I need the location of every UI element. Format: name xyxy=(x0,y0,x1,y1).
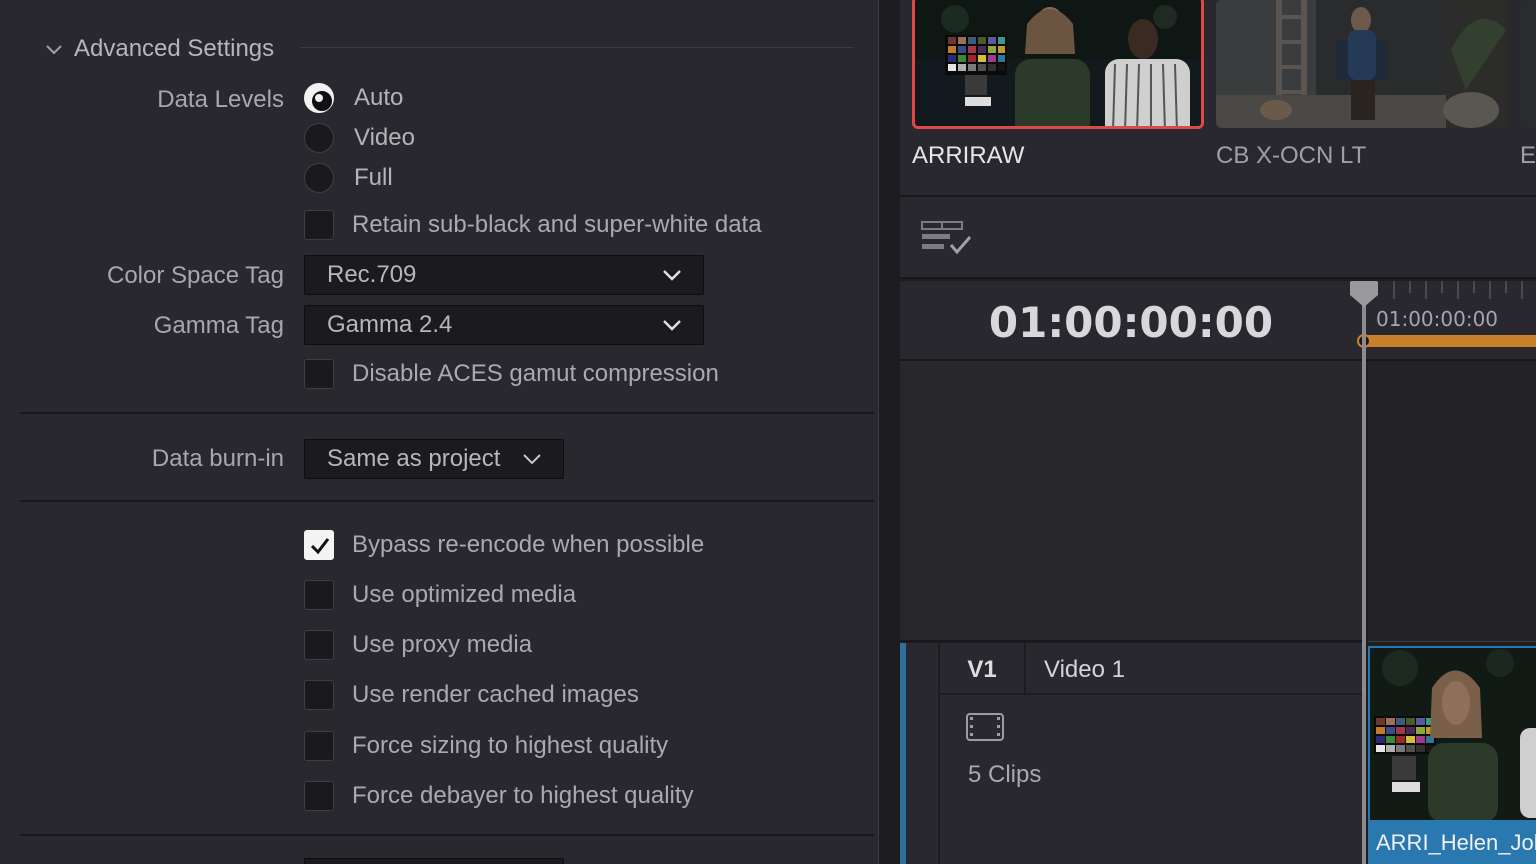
checkbox-label: Retain sub-black and super-white data xyxy=(352,211,762,238)
checkbox-label: Use render cached images xyxy=(352,681,639,708)
checkbox[interactable] xyxy=(304,680,334,710)
empty-timeline-area[interactable] xyxy=(1368,361,1536,642)
radio-button-selected[interactable] xyxy=(304,83,334,113)
data-burn-in-label: Data burn-in xyxy=(151,445,284,472)
clip-thumbnail-image xyxy=(1370,648,1536,823)
render-range-bar xyxy=(1364,335,1536,347)
ruler-ticks xyxy=(1393,281,1523,299)
checkbox-label: Use proxy media xyxy=(352,631,533,658)
video-frame-image xyxy=(915,0,1201,126)
next-dropdown-partial[interactable] xyxy=(304,858,564,864)
chevron-down-icon xyxy=(523,454,541,465)
track-lock-column xyxy=(906,643,940,864)
media-thumbnails: ARRIRAW CB X-OCN LT EX xyxy=(900,0,1536,197)
playhead-line[interactable] xyxy=(1362,296,1366,864)
timeline-header: 01:00:00:00 xyxy=(900,281,1362,361)
dropdown-value: Same as project xyxy=(327,445,501,472)
radio-label: Full xyxy=(354,164,393,191)
clip-label: CB X-OCN LT xyxy=(1216,142,1367,169)
clip-thumbnail-arriraw[interactable] xyxy=(912,0,1204,129)
gamma-tag-dropdown[interactable]: Gamma 2.4 xyxy=(304,305,704,345)
disable-aces-checkbox[interactable]: Disable ACES gamut compression xyxy=(304,359,719,389)
gamma-tag-label: Gamma Tag xyxy=(153,312,284,339)
chevron-down-icon xyxy=(46,45,62,55)
list-check-icon[interactable] xyxy=(920,219,974,257)
video-frame-image xyxy=(1216,0,1508,128)
track-header-v1[interactable]: V1 Video 1 5 Clips xyxy=(900,643,1362,864)
checkbox-label: Force debayer to highest quality xyxy=(352,782,694,809)
checkbox-label: Force sizing to highest quality xyxy=(352,732,669,759)
use-proxy-media-checkbox[interactable]: Use proxy media xyxy=(304,630,532,660)
force-debayer-checkbox[interactable]: Force debayer to highest quality xyxy=(304,781,694,811)
section-divider xyxy=(20,500,874,502)
checkbox[interactable] xyxy=(304,210,334,240)
use-render-cached-checkbox[interactable]: Use render cached images xyxy=(304,680,639,710)
clip-label: ARRIRAW xyxy=(912,142,1025,169)
ruler-timecode: 01:00:00:00 xyxy=(1376,307,1499,331)
radio-auto[interactable]: Auto xyxy=(304,83,403,113)
radio-full[interactable]: Full xyxy=(304,163,393,193)
checkbox[interactable] xyxy=(304,359,334,389)
track-id: V1 xyxy=(940,643,1026,695)
dropdown-value: Rec.709 xyxy=(327,261,417,288)
checkbox-label: Bypass re-encode when possible xyxy=(352,531,705,558)
color-space-tag-dropdown[interactable]: Rec.709 xyxy=(304,255,704,295)
checkbox[interactable] xyxy=(304,731,334,761)
advanced-settings-header[interactable]: Advanced Settings xyxy=(44,34,274,64)
checkbox[interactable] xyxy=(304,630,334,660)
checkbox-label: Disable ACES gamut compression xyxy=(352,360,719,387)
checkbox[interactable] xyxy=(304,580,334,610)
data-burn-in-dropdown[interactable]: Same as project xyxy=(304,439,564,479)
radio-button[interactable] xyxy=(304,123,334,153)
dropdown-value: Gamma 2.4 xyxy=(327,311,453,338)
radio-label: Auto xyxy=(354,84,404,111)
clip-thumbnail-cb-x-ocn[interactable] xyxy=(1216,0,1508,128)
playhead-handle-icon[interactable] xyxy=(1348,281,1380,307)
radio-video[interactable]: Video xyxy=(304,123,415,153)
bypass-reencode-checkbox[interactable]: Bypass re-encode when possible xyxy=(304,530,704,560)
film-strip-icon xyxy=(966,713,1004,741)
use-optimized-media-checkbox[interactable]: Use optimized media xyxy=(304,580,576,610)
retain-sub-black-checkbox[interactable]: Retain sub-black and super-white data xyxy=(304,210,762,240)
clip-label: EX xyxy=(1520,142,1536,169)
header-divider xyxy=(300,47,853,48)
section-divider xyxy=(20,412,874,414)
chevron-down-icon xyxy=(663,270,681,281)
render-queue-toolbar xyxy=(900,197,1536,279)
timecode-display: 01:00:00:00 xyxy=(988,298,1274,347)
clip-count: 5 Clips xyxy=(968,761,1042,788)
render-settings-panel: Advanced Settings Data Levels Auto Video… xyxy=(0,0,878,864)
radio-button[interactable] xyxy=(304,163,334,193)
section-title: Advanced Settings xyxy=(74,35,275,62)
radio-label: Video xyxy=(354,124,415,151)
force-sizing-checkbox[interactable]: Force sizing to highest quality xyxy=(304,731,668,761)
clip-name: ARRI_Helen_John xyxy=(1376,830,1536,855)
empty-track-area xyxy=(900,361,1362,642)
clip-thumbnail-ex[interactable] xyxy=(1520,0,1536,128)
chevron-down-icon xyxy=(663,320,681,331)
checkbox-label: Use optimized media xyxy=(352,581,577,608)
checkbox[interactable] xyxy=(304,781,334,811)
timeline-ruler[interactable]: 01:00:00:00 xyxy=(1362,281,1536,361)
section-divider xyxy=(20,834,874,836)
data-levels-label: Data Levels xyxy=(157,86,284,113)
timeline-clip[interactable]: ARRI_Helen_John xyxy=(1368,646,1536,864)
panel-splitter[interactable] xyxy=(878,0,900,864)
color-space-tag-label: Color Space Tag xyxy=(107,262,284,289)
checkmark-icon xyxy=(310,538,330,555)
checkbox-checked[interactable] xyxy=(304,530,334,560)
track-name[interactable]: Video 1 xyxy=(1044,643,1125,695)
